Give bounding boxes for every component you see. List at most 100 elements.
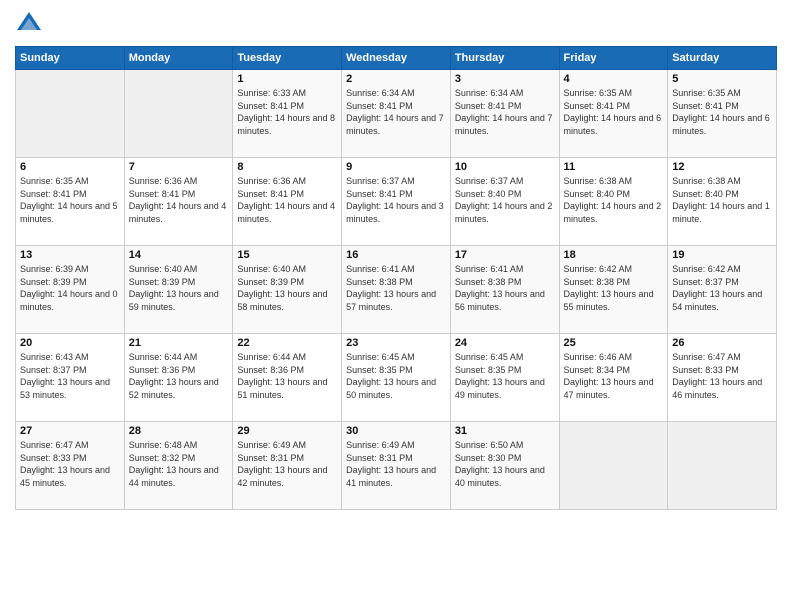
calendar-cell xyxy=(668,422,777,510)
day-info: Sunrise: 6:47 AM Sunset: 8:33 PM Dayligh… xyxy=(20,439,120,489)
weekday-header-tuesday: Tuesday xyxy=(233,47,342,70)
calendar-cell: 9 Sunrise: 6:37 AM Sunset: 8:41 PM Daylig… xyxy=(342,158,451,246)
day-info: Sunrise: 6:45 AM Sunset: 8:35 PM Dayligh… xyxy=(346,351,446,401)
day-info: Sunrise: 6:40 AM Sunset: 8:39 PM Dayligh… xyxy=(129,263,229,313)
day-info: Sunrise: 6:44 AM Sunset: 8:36 PM Dayligh… xyxy=(129,351,229,401)
calendar-cell: 12 Sunrise: 6:38 AM Sunset: 8:40 PM Dayli… xyxy=(668,158,777,246)
day-number: 9 xyxy=(346,161,446,173)
calendar-cell: 15 Sunrise: 6:40 AM Sunset: 8:39 PM Dayli… xyxy=(233,246,342,334)
day-info: Sunrise: 6:40 AM Sunset: 8:39 PM Dayligh… xyxy=(237,263,337,313)
day-info: Sunrise: 6:42 AM Sunset: 8:37 PM Dayligh… xyxy=(672,263,772,313)
calendar-cell: 6Sunrise: 6:35 AM Sunset: 8:41 PM Daylig… xyxy=(16,158,125,246)
weekday-header-saturday: Saturday xyxy=(668,47,777,70)
day-number: 23 xyxy=(346,337,446,349)
day-info: Sunrise: 6:35 AM Sunset: 8:41 PM Dayligh… xyxy=(564,87,664,137)
calendar-cell: 14 Sunrise: 6:40 AM Sunset: 8:39 PM Dayli… xyxy=(124,246,233,334)
weekday-header-monday: Monday xyxy=(124,47,233,70)
day-number: 4 xyxy=(564,73,664,85)
day-info: Sunrise: 6:33 AM Sunset: 8:41 PM Dayligh… xyxy=(237,87,337,137)
calendar-week-2: 6Sunrise: 6:35 AM Sunset: 8:41 PM Daylig… xyxy=(16,158,777,246)
day-number: 7 xyxy=(129,161,229,173)
day-info: Sunrise: 6:34 AM Sunset: 8:41 PM Dayligh… xyxy=(346,87,446,137)
day-number: 14 xyxy=(129,249,229,261)
calendar-cell: 22Sunrise: 6:44 AM Sunset: 8:36 PM Dayli… xyxy=(233,334,342,422)
day-number: 2 xyxy=(346,73,446,85)
day-number: 13 xyxy=(20,249,120,261)
calendar-cell xyxy=(16,70,125,158)
day-number: 20 xyxy=(20,337,120,349)
calendar-body: 1 Sunrise: 6:33 AM Sunset: 8:41 PM Daylig… xyxy=(16,70,777,510)
header xyxy=(15,10,777,38)
day-info: Sunrise: 6:35 AM Sunset: 8:41 PM Dayligh… xyxy=(20,175,120,225)
calendar-cell: 3 Sunrise: 6:34 AM Sunset: 8:41 PM Daylig… xyxy=(450,70,559,158)
day-info: Sunrise: 6:41 AM Sunset: 8:38 PM Dayligh… xyxy=(346,263,446,313)
day-number: 8 xyxy=(237,161,337,173)
day-number: 11 xyxy=(564,161,664,173)
day-info: Sunrise: 6:47 AM Sunset: 8:33 PM Dayligh… xyxy=(672,351,772,401)
day-info: Sunrise: 6:39 AM Sunset: 8:39 PM Dayligh… xyxy=(20,263,120,313)
weekday-header-sunday: Sunday xyxy=(16,47,125,70)
day-number: 31 xyxy=(455,425,555,437)
calendar-header: SundayMondayTuesdayWednesdayThursdayFrid… xyxy=(16,47,777,70)
calendar-cell: 20 Sunrise: 6:43 AM Sunset: 8:37 PM Dayli… xyxy=(16,334,125,422)
day-info: Sunrise: 6:50 AM Sunset: 8:30 PM Dayligh… xyxy=(455,439,555,489)
calendar-cell: 28 Sunrise: 6:48 AM Sunset: 8:32 PM Dayli… xyxy=(124,422,233,510)
calendar-cell xyxy=(559,422,668,510)
calendar-week-4: 20 Sunrise: 6:43 AM Sunset: 8:37 PM Dayli… xyxy=(16,334,777,422)
calendar-cell: 7 Sunrise: 6:36 AM Sunset: 8:41 PM Daylig… xyxy=(124,158,233,246)
page: SundayMondayTuesdayWednesdayThursdayFrid… xyxy=(0,0,792,612)
day-info: Sunrise: 6:46 AM Sunset: 8:34 PM Dayligh… xyxy=(564,351,664,401)
calendar-week-5: 27Sunrise: 6:47 AM Sunset: 8:33 PM Dayli… xyxy=(16,422,777,510)
weekday-header-friday: Friday xyxy=(559,47,668,70)
day-info: Sunrise: 6:42 AM Sunset: 8:38 PM Dayligh… xyxy=(564,263,664,313)
day-info: Sunrise: 6:34 AM Sunset: 8:41 PM Dayligh… xyxy=(455,87,555,137)
calendar-cell: 13 Sunrise: 6:39 AM Sunset: 8:39 PM Dayli… xyxy=(16,246,125,334)
day-number: 26 xyxy=(672,337,772,349)
calendar-cell: 10Sunrise: 6:37 AM Sunset: 8:40 PM Dayli… xyxy=(450,158,559,246)
day-number: 29 xyxy=(237,425,337,437)
calendar-cell: 25 Sunrise: 6:46 AM Sunset: 8:34 PM Dayli… xyxy=(559,334,668,422)
day-number: 21 xyxy=(129,337,229,349)
day-info: Sunrise: 6:48 AM Sunset: 8:32 PM Dayligh… xyxy=(129,439,229,489)
day-info: Sunrise: 6:36 AM Sunset: 8:41 PM Dayligh… xyxy=(237,175,337,225)
day-info: Sunrise: 6:45 AM Sunset: 8:35 PM Dayligh… xyxy=(455,351,555,401)
day-number: 19 xyxy=(672,249,772,261)
day-number: 25 xyxy=(564,337,664,349)
day-info: Sunrise: 6:37 AM Sunset: 8:41 PM Dayligh… xyxy=(346,175,446,225)
calendar-cell: 18 Sunrise: 6:42 AM Sunset: 8:38 PM Dayli… xyxy=(559,246,668,334)
day-number: 12 xyxy=(672,161,772,173)
day-info: Sunrise: 6:36 AM Sunset: 8:41 PM Dayligh… xyxy=(129,175,229,225)
day-number: 22 xyxy=(237,337,337,349)
calendar-cell: 21 Sunrise: 6:44 AM Sunset: 8:36 PM Dayli… xyxy=(124,334,233,422)
calendar-cell: 31 Sunrise: 6:50 AM Sunset: 8:30 PM Dayli… xyxy=(450,422,559,510)
day-info: Sunrise: 6:38 AM Sunset: 8:40 PM Dayligh… xyxy=(672,175,772,225)
calendar-cell: 11Sunrise: 6:38 AM Sunset: 8:40 PM Dayli… xyxy=(559,158,668,246)
day-number: 1 xyxy=(237,73,337,85)
calendar-cell: 16Sunrise: 6:41 AM Sunset: 8:38 PM Dayli… xyxy=(342,246,451,334)
day-info: Sunrise: 6:49 AM Sunset: 8:31 PM Dayligh… xyxy=(346,439,446,489)
day-number: 24 xyxy=(455,337,555,349)
day-number: 28 xyxy=(129,425,229,437)
day-number: 3 xyxy=(455,73,555,85)
calendar-cell xyxy=(124,70,233,158)
day-number: 5 xyxy=(672,73,772,85)
day-number: 17 xyxy=(455,249,555,261)
day-info: Sunrise: 6:41 AM Sunset: 8:38 PM Dayligh… xyxy=(455,263,555,313)
calendar-table: SundayMondayTuesdayWednesdayThursdayFrid… xyxy=(15,46,777,510)
logo-icon xyxy=(15,10,43,38)
calendar-cell: 19 Sunrise: 6:42 AM Sunset: 8:37 PM Dayli… xyxy=(668,246,777,334)
day-info: Sunrise: 6:35 AM Sunset: 8:41 PM Dayligh… xyxy=(672,87,772,137)
calendar-cell: 29Sunrise: 6:49 AM Sunset: 8:31 PM Dayli… xyxy=(233,422,342,510)
day-number: 15 xyxy=(237,249,337,261)
calendar-cell: 5 Sunrise: 6:35 AM Sunset: 8:41 PM Daylig… xyxy=(668,70,777,158)
calendar-week-1: 1 Sunrise: 6:33 AM Sunset: 8:41 PM Daylig… xyxy=(16,70,777,158)
calendar-cell: 30 Sunrise: 6:49 AM Sunset: 8:31 PM Dayli… xyxy=(342,422,451,510)
day-info: Sunrise: 6:43 AM Sunset: 8:37 PM Dayligh… xyxy=(20,351,120,401)
calendar-cell: 1 Sunrise: 6:33 AM Sunset: 8:41 PM Daylig… xyxy=(233,70,342,158)
logo xyxy=(15,10,47,38)
calendar-cell: 27Sunrise: 6:47 AM Sunset: 8:33 PM Dayli… xyxy=(16,422,125,510)
calendar-week-3: 13 Sunrise: 6:39 AM Sunset: 8:39 PM Dayli… xyxy=(16,246,777,334)
day-number: 18 xyxy=(564,249,664,261)
day-number: 10 xyxy=(455,161,555,173)
day-number: 30 xyxy=(346,425,446,437)
